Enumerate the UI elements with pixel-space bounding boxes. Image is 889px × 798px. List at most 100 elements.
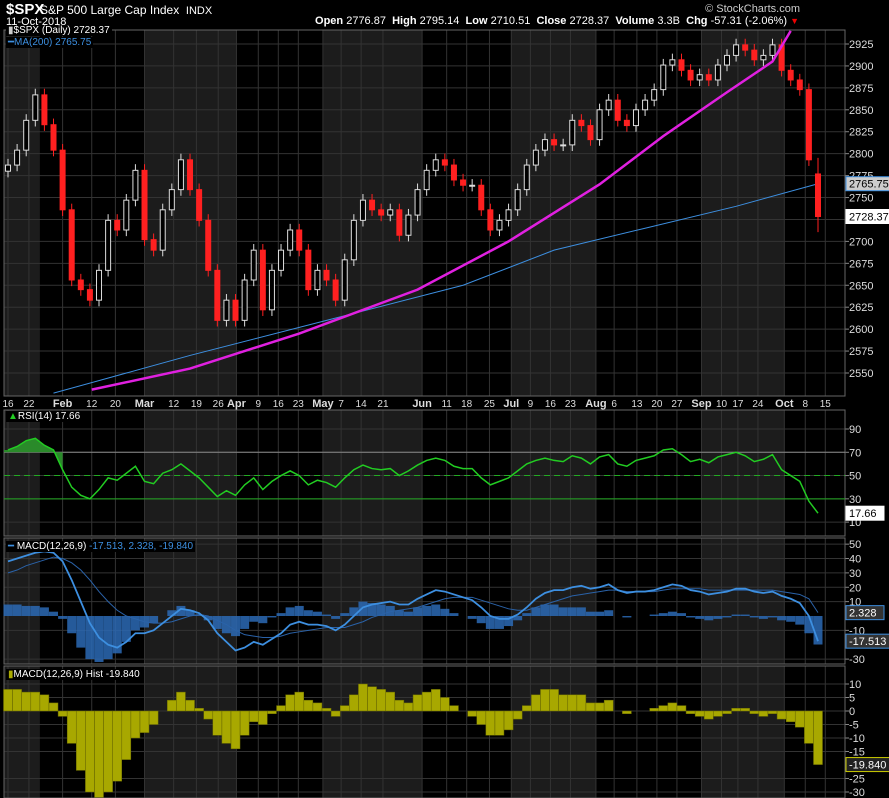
price-tick-label: 2750 [849,193,873,205]
macd-hist-bar [103,616,113,660]
macd-tick-label: 30 [849,568,861,580]
price-tick-label: 2700 [849,236,873,248]
macd-hist-bar [686,616,696,618]
price-legend: ▮$SPX (Daily) 2728.37 [6,25,112,36]
candle [551,139,558,146]
hist-bar [239,710,250,736]
macd-tick-label: 50 [849,539,861,551]
macd-hist-bar [585,611,595,616]
hist-bar [21,691,31,712]
hist-tick-label: 0 [849,706,855,718]
candle [805,89,812,161]
macd-hist-bar [303,610,313,616]
rsi-icon: ▲ [8,411,18,422]
macd-hist-bar [713,616,723,619]
hist-bar [722,710,732,714]
x-tick-label: 16 [273,399,285,410]
macd-hist-bar [649,614,659,616]
hist-bar [585,702,596,712]
candle [32,94,39,121]
x-tick-label: Sep [691,398,711,410]
candle [223,299,230,321]
hist-tick-label: 10 [849,679,861,691]
candle [487,209,494,231]
rsi-tick-label: 50 [849,471,861,483]
ma-value-tag: 2765.75 [849,179,889,191]
macd-hist-bar [540,604,550,616]
candle [541,139,548,151]
macd-hist-bar [558,607,568,616]
hist-bar [139,710,150,733]
hist-legend: ▮MACD(12,26,9) Hist -19.840 [6,669,142,680]
x-tick-label: Feb [53,398,73,410]
hist-bar [212,710,223,736]
hist-bar [795,710,805,728]
hist-bar [476,710,487,725]
candle [723,54,730,66]
macd-hist-bar [267,616,277,618]
candle [369,199,376,211]
candle [187,159,194,191]
x-tick-label: 25 [484,399,496,410]
hist-bar [567,694,578,712]
rsi-tick-label: 70 [849,447,861,459]
macd-hist-bar [240,616,250,629]
x-tick-label: 16 [545,399,557,410]
hist-bar [785,710,796,723]
candle [59,149,66,211]
macd-hist-bar [3,604,13,616]
hist-bar [66,710,77,744]
ma-legend-text: MA(200) 2765.75 [14,37,92,48]
macd-hist-bar [349,607,359,616]
price-tick-label: 2550 [849,368,873,380]
macd-hist-bar [294,605,304,616]
candle [478,184,485,211]
hist-bar [130,710,141,739]
x-tick-label: 6 [611,399,617,410]
hist-bar [339,705,350,712]
hist-bar [103,710,113,793]
candle [632,109,639,127]
candle [241,279,248,321]
macd-hist-bar [49,611,59,616]
macd-hist-bar [522,613,532,616]
x-tick-label: 24 [752,399,764,410]
price-tick-label: 2850 [849,105,873,117]
macd-hist-bar [795,616,805,625]
x-tick-label: Jun [412,398,432,410]
candle [441,159,448,166]
hist-bar [540,689,550,712]
price-tick-label: 2925 [849,39,873,51]
macd-hist-bar [231,616,241,637]
hist-bar [285,694,295,712]
candle [232,299,239,321]
candle [496,219,503,231]
candle [714,64,721,81]
hist-bar [358,683,368,712]
macd-hist-bar [604,610,614,616]
signal-value-tag: 2.328 [849,608,877,620]
macd-hist-bar [476,616,486,624]
macd-legend: ━ MACD(12,26,9) -17.513, 2.328, -19.840 [6,541,196,552]
price-tick-label: 2675 [849,258,873,270]
hist-bar [813,710,823,765]
price-value-tag: 2728.37 [849,212,889,224]
hist-bar [667,702,678,712]
macd-hist-bar [767,616,777,618]
hist-bar [203,710,213,720]
hist-tick-label: 5 [849,693,855,705]
hist-bar [694,710,705,717]
hist-tick-label: -10 [849,733,865,745]
macd-tick-label: 40 [849,554,861,566]
hist-bar [749,710,760,714]
hist-bar [676,705,687,712]
macd-hist-bar [622,616,632,618]
macd-hist-bar [276,613,286,616]
hist-bar [185,699,195,712]
hist-bar [485,710,496,736]
x-tick-label: 23 [565,399,577,410]
macd-hist-bar [786,616,796,622]
hist-bar [12,689,22,712]
macd-hist-bar [149,616,159,624]
macd-hist-bar [695,616,705,619]
